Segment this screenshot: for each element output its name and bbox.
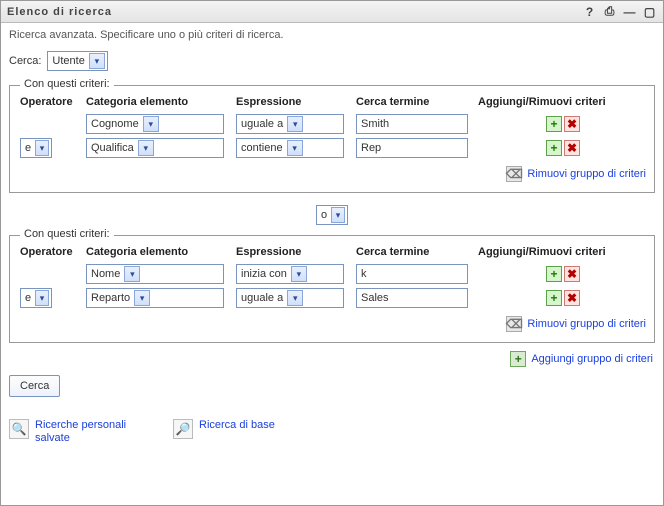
remove-group-link[interactable]: ⌫Rimuovi gruppo di criteri <box>505 166 646 182</box>
header-actions: Aggiungi/Rimuovi criteri <box>476 94 650 112</box>
add-criterion-icon[interactable]: + <box>546 290 562 306</box>
header-term: Cerca termine <box>354 244 476 262</box>
header-expression: Espressione <box>234 94 354 112</box>
print-icon[interactable]: ⎙ <box>603 5 617 19</box>
close-icon[interactable]: ▢ <box>643 5 657 19</box>
remove-criterion-icon[interactable]: ✖ <box>564 116 580 132</box>
remove-criterion-icon[interactable]: ✖ <box>564 266 580 282</box>
chevron-down-icon: ▾ <box>35 290 49 306</box>
term-input[interactable]: k <box>356 264 468 284</box>
expression-select[interactable]: contiene▾ <box>236 138 344 158</box>
saved-search-icon: 🔍 <box>9 419 29 439</box>
basic-search-link[interactable]: 🔎 Ricerca di base <box>173 419 275 439</box>
header-operator: Operatore <box>18 94 84 112</box>
remove-group-icon: ⌫ <box>506 166 522 182</box>
remove-criterion-icon[interactable]: ✖ <box>564 140 580 156</box>
add-group-link[interactable]: +Aggiungi gruppo di criteri <box>509 351 653 367</box>
operator-select[interactable]: e▾ <box>20 138 52 158</box>
remove-group-link[interactable]: ⌫Rimuovi gruppo di criteri <box>505 316 646 332</box>
chevron-down-icon: ▾ <box>124 266 140 282</box>
minimize-icon[interactable]: — <box>623 5 637 19</box>
add-criterion-icon[interactable]: + <box>546 266 562 282</box>
criteria-table: Operatore Categoria elemento Espressione… <box>18 244 650 310</box>
category-select[interactable]: Cognome▾ <box>86 114 224 134</box>
table-row: e▾ Reparto▾ uguale a▾ Sales +✖ <box>18 286 650 310</box>
header-operator: Operatore <box>18 244 84 262</box>
chevron-down-icon: ▾ <box>143 116 159 132</box>
header-term: Cerca termine <box>354 94 476 112</box>
chevron-down-icon: ▾ <box>287 290 303 306</box>
criteria-group: Con questi criteri: Operatore Categoria … <box>9 235 655 343</box>
category-select[interactable]: Qualifica▾ <box>86 138 224 158</box>
group-connector-select[interactable]: o▾ <box>316 205 348 225</box>
chevron-down-icon: ▾ <box>331 207 345 223</box>
window: Elenco di ricerca ? ⎙ — ▢ Ricerca avanza… <box>0 0 664 506</box>
basic-search-icon: 🔎 <box>173 419 193 439</box>
subtitle: Ricerca avanzata. Specificare uno o più … <box>1 23 663 51</box>
entity-row: Cerca: Utente ▾ <box>1 51 663 77</box>
add-criterion-icon[interactable]: + <box>546 140 562 156</box>
criteria-group: Con questi criteri: Operatore Categoria … <box>9 85 655 193</box>
group-legend: Con questi criteri: <box>20 78 114 90</box>
window-title: Elenco di ricerca <box>7 6 112 18</box>
add-criterion-icon[interactable]: + <box>546 116 562 132</box>
search-button[interactable]: Cerca <box>9 375 60 397</box>
category-select[interactable]: Nome▾ <box>86 264 224 284</box>
table-row: Nome▾ inizia con▾ k +✖ <box>18 262 650 286</box>
table-header-row: Operatore Categoria elemento Espressione… <box>18 94 650 112</box>
entity-select[interactable]: Utente ▾ <box>47 51 107 71</box>
chevron-down-icon: ▾ <box>287 140 303 156</box>
entity-select-value: Utente <box>52 55 84 67</box>
category-select[interactable]: Reparto▾ <box>86 288 224 308</box>
group-legend: Con questi criteri: <box>20 228 114 240</box>
table-row: e▾ Qualifica▾ contiene▾ Rep +✖ <box>18 136 650 160</box>
table-header-row: Operatore Categoria elemento Espressione… <box>18 244 650 262</box>
header-category: Categoria elemento <box>84 94 234 112</box>
saved-searches-link[interactable]: 🔍 Ricerche personali salvate <box>9 419 145 445</box>
chevron-down-icon: ▾ <box>138 140 154 156</box>
expression-select[interactable]: uguale a▾ <box>236 114 344 134</box>
bottom-links: 🔍 Ricerche personali salvate 🔎 Ricerca d… <box>1 401 663 449</box>
header-category: Categoria elemento <box>84 244 234 262</box>
cerca-label: Cerca: <box>9 55 41 67</box>
remove-criterion-icon[interactable]: ✖ <box>564 290 580 306</box>
chevron-down-icon: ▾ <box>291 266 307 282</box>
table-row: Cognome▾ uguale a▾ Smith +✖ <box>18 112 650 136</box>
add-group-icon: + <box>510 351 526 367</box>
criteria-table: Operatore Categoria elemento Espressione… <box>18 94 650 160</box>
help-icon[interactable]: ? <box>583 5 597 19</box>
chevron-down-icon: ▾ <box>89 53 105 69</box>
term-input[interactable]: Smith <box>356 114 468 134</box>
chevron-down-icon: ▾ <box>287 116 303 132</box>
group-connector-row: o▾ <box>1 201 663 227</box>
chevron-down-icon: ▾ <box>134 290 150 306</box>
remove-group-icon: ⌫ <box>506 316 522 332</box>
term-input[interactable]: Rep <box>356 138 468 158</box>
expression-select[interactable]: uguale a▾ <box>236 288 344 308</box>
header-actions: Aggiungi/Rimuovi criteri <box>476 244 650 262</box>
titlebar: Elenco di ricerca ? ⎙ — ▢ <box>1 1 663 23</box>
expression-select[interactable]: inizia con▾ <box>236 264 344 284</box>
operator-select[interactable]: e▾ <box>20 288 52 308</box>
term-input[interactable]: Sales <box>356 288 468 308</box>
header-expression: Espressione <box>234 244 354 262</box>
chevron-down-icon: ▾ <box>35 140 49 156</box>
